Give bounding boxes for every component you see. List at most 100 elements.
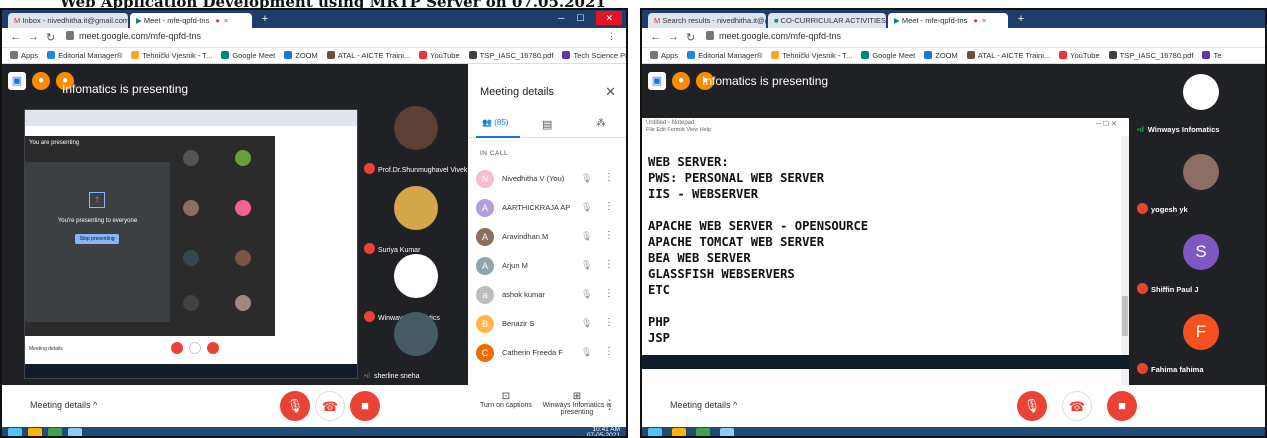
camera-toggle-button[interactable]: ■ [1107,391,1137,421]
more-options-icon[interactable]: ⋮ [604,317,614,328]
tab-chat[interactable]: ▤ [542,118,552,131]
participant-row[interactable]: A Aravindhan.M 🎙 ⋮ [476,228,621,246]
captions-button[interactable]: ⊡ Turn on captions [480,391,532,409]
start-icon[interactable] [8,428,22,436]
mic-toggle-button[interactable]: 🎙 [1017,391,1047,421]
url-field[interactable]: meet.google.com/mfe-qpfd-tns [706,31,841,41]
bookmark-item[interactable]: Google Meet [861,51,915,60]
avatar: S [1183,234,1219,270]
forward-icon[interactable]: → [668,31,679,43]
present-icon[interactable]: ▣ [648,72,666,90]
tab-search[interactable]: M Search results - nivedhitha.it@g [648,13,766,28]
app-icon[interactable] [720,428,734,436]
bookmark-label: Google Meet [872,51,916,60]
camera-off-icon[interactable] [207,342,219,354]
back-icon[interactable]: ← [650,31,661,43]
scrollbar[interactable] [1121,136,1129,426]
more-options-icon[interactable]: ⋮ [604,346,614,357]
meeting-details-link[interactable]: Meeting details [29,346,63,352]
reload-icon[interactable]: ↻ [686,31,695,44]
presenting-label: Infomatics is presenting [702,74,829,88]
tab-activities[interactable]: ⁂ [596,118,606,129]
end-call-icon[interactable] [189,342,201,354]
bookmark-item[interactable]: ATAL - AICTE Traini... [966,51,1050,60]
bookmark-item[interactable]: Tech Science Press [562,51,626,60]
close-icon[interactable]: × [224,16,228,25]
bookmark-item[interactable]: Apps [10,51,38,60]
presenting-button[interactable]: ⊞ Winways Infomatics is presenting [542,391,612,416]
close-icon[interactable]: × [982,16,986,25]
back-icon[interactable]: ← [10,31,21,43]
stop-presenting-button[interactable]: Stop presenting [75,234,119,244]
app-icon[interactable] [68,428,82,436]
scroll-thumb[interactable] [1122,296,1128,336]
bookmark-item[interactable]: YouTube [419,51,460,60]
more-options-icon[interactable]: ⋮ [604,230,614,241]
bookmark-icon [650,51,658,59]
bookmark-item[interactable]: TSP_IASC_16780.pdf [1108,51,1193,60]
meeting-details-button[interactable]: Meeting details ^ [670,400,737,410]
meeting-details-button[interactable]: Meeting details ^ [30,400,97,410]
bookmark-item[interactable]: Tehnički Vjesnik - T... [771,51,852,60]
new-tab-button[interactable]: + [256,13,274,26]
leave-call-button[interactable]: ☎ [315,391,345,421]
url-field[interactable]: meet.google.com/mfe-qpfd-tns [66,31,201,41]
avatar [235,295,251,311]
tab-meet[interactable]: ▶ Meet - mfe-qpfd-tns ● × [888,13,1008,28]
mic-toggle-button[interactable]: 🎙 [280,391,310,421]
camera-toggle-button[interactable]: ■ [350,391,380,421]
minimize-icon[interactable]: ─ [558,13,564,23]
more-options-icon[interactable]: ⋮ [604,288,614,299]
participant-row[interactable]: A AARTHICKRAJA AP 🎙 ⋮ [476,199,621,217]
chrome-icon[interactable] [672,428,686,436]
forward-icon[interactable]: → [28,31,39,43]
participant-row[interactable]: a ashok kumar 🎙 ⋮ [476,286,621,304]
bookmark-item[interactable]: ZOOM [284,51,318,60]
participant-row[interactable]: C Catherin Freeda F 🎙 ⋮ [476,344,621,362]
menu-icon[interactable]: ⋮ [607,31,616,42]
bookmark-item[interactable]: ATAL - AICTE Traini... [326,51,410,60]
start-icon[interactable] [648,428,662,436]
close-icon[interactable]: ✕ [605,84,616,100]
tab-inbox[interactable]: M Inbox - nivedhitha.it@gmail.com× [8,13,128,28]
participant-row[interactable]: B Benazir S 🎙 ⋮ [476,315,621,333]
bookmark-item[interactable]: Apps [650,51,678,60]
participant-row[interactable]: A Arjun M 🎙 ⋮ [476,257,621,275]
bookmark-item[interactable]: Te [1202,51,1221,60]
bookmark-item[interactable]: ZOOM [924,51,958,60]
meet-view: ▣ ● ● Infomatics is presenting Untitled - … [642,64,1265,426]
maximize-icon[interactable]: ☐ [576,13,584,24]
more-options-icon[interactable]: ⋮ [603,397,616,413]
bookmark-label: YouTube [430,51,460,60]
bookmark-item[interactable]: Editorial Manager® [687,51,762,60]
more-options-icon[interactable]: ⋮ [604,259,614,270]
more-options-icon[interactable]: ⋮ [604,172,614,183]
close-window-icon[interactable]: ✕ [596,11,622,25]
avatar: C [476,344,494,362]
present-icon[interactable]: ▣ [8,72,26,90]
new-tab-button[interactable]: + [1012,13,1030,26]
bookmark-item[interactable]: TSP_IASC_16780.pdf [468,51,553,60]
bookmark-item[interactable]: Google Meet [221,51,275,60]
app-icon[interactable] [696,428,710,436]
participant-tiles: •ıl Winways Infomatics yogesh yk S Shiffin P… [1129,64,1265,385]
reload-icon[interactable]: ↻ [46,31,55,44]
tab-cocurricular[interactable]: ■ CO-CURRICULAR ACTIVITIES - G [768,13,886,28]
more-options-icon[interactable]: ⋮ [604,201,614,212]
avatar: F [1183,314,1219,350]
participant-row[interactable]: N Nivedhitha V (You) 🎙 ⋮ [476,170,621,188]
chrome-icon[interactable] [28,428,42,436]
bookmark-item[interactable]: Tehnički Vjesnik - T... [131,51,212,60]
leave-call-button[interactable]: ☎ [1062,391,1092,421]
tab-meet[interactable]: ▶ Meet - mfe-qpfd-tns ● × [130,13,252,28]
mic-off-icon[interactable] [171,342,183,354]
app-icon[interactable] [48,428,62,436]
bookmark-item[interactable]: Editorial Manager® [47,51,122,60]
notepad-title: Untitled - Notepad [646,120,695,126]
winways-logo [394,254,438,298]
avatar [1183,154,1219,190]
notepad-text[interactable]: WEB SERVER: PWS: PERSONAL WEB SERVER IIS… [648,154,868,346]
bookmark-item[interactable]: YouTube [1059,51,1100,60]
participant-name: •ıl Winways Infomatics [1137,125,1219,134]
tab-people[interactable]: 👥 (85) [482,118,508,127]
